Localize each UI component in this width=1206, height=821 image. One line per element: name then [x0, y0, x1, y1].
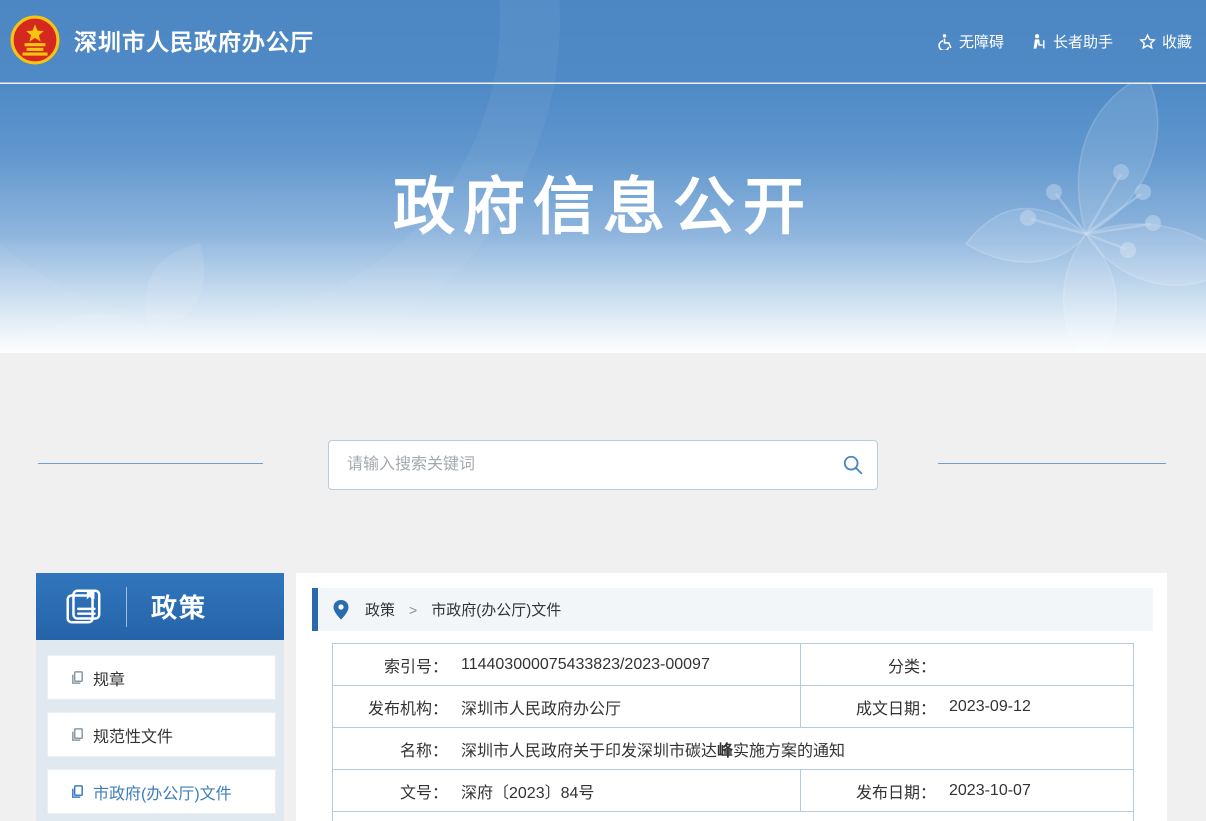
document-name-suffix: 实施方案的通知: [733, 743, 845, 760]
top-utility-links: 无障碍 长者助手 收藏: [936, 0, 1192, 83]
search-input[interactable]: [329, 441, 829, 489]
site-logo-home-link[interactable]: 深圳市人民政府办公厅: [10, 15, 314, 65]
accessibility-icon: [936, 33, 953, 50]
table-row: [333, 812, 1134, 821]
issuing-agency-value: 深圳市人民政府办公厅: [461, 695, 621, 719]
document-name-value: 深圳市人民政府关于印发深圳市碳达峰实施方案的通知: [461, 737, 845, 761]
document-icon: [70, 670, 85, 685]
site-title: 深圳市人民政府办公厅: [74, 23, 314, 57]
document-name-prefix: 深圳市人民政府关于印发深圳市碳达: [461, 743, 717, 760]
index-number-cell: 索引号： 114403000075433823/2023-00097: [333, 644, 801, 686]
accessibility-link[interactable]: 无障碍: [936, 31, 1004, 52]
breadcrumb: 政策 > 市政府(办公厅)文件: [312, 588, 1153, 631]
search-button[interactable]: [829, 441, 877, 489]
page-title: 政府信息公开: [0, 156, 1206, 246]
issuing-agency-cell: 发布机构： 深圳市人民政府办公厅: [333, 686, 801, 728]
sidebar-item-label: 规章: [93, 666, 125, 690]
favorite-label: 收藏: [1162, 31, 1192, 52]
hero-banner: 政府信息公开: [0, 84, 1206, 353]
elder-helper-link[interactable]: 长者助手: [1030, 31, 1113, 52]
sidebar-menu: 规章 规范性文件 市政府(办公厅)文件: [36, 640, 284, 821]
breadcrumb-accent-bar: [312, 588, 318, 631]
decorative-line-right: [938, 463, 1166, 464]
star-icon: [1139, 33, 1156, 50]
flower-decoration-left: [40, 243, 260, 353]
national-emblem-icon: [10, 15, 60, 65]
sidebar-header-label: 政策: [151, 588, 207, 625]
written-date-cell: 成文日期： 2023-09-12: [801, 686, 1134, 728]
sidebar-header: 政策: [36, 573, 284, 640]
sidebar-item-rules[interactable]: 规章: [47, 655, 276, 700]
document-name-cell: 名称： 深圳市人民政府关于印发深圳市碳达峰实施方案的通知: [333, 728, 1134, 770]
publish-date-cell: 发布日期： 2023-10-07: [801, 770, 1134, 812]
table-row: 名称： 深圳市人民政府关于印发深圳市碳达峰实施方案的通知: [333, 728, 1134, 770]
index-number-label: 索引号：: [333, 653, 448, 677]
document-name-highlight: 峰: [717, 743, 733, 760]
accessibility-label: 无障碍: [959, 31, 1004, 52]
main-content-panel: 政策 > 市政府(办公厅)文件 索引号： 114403000075433823/…: [296, 573, 1167, 821]
document-name-label: 名称：: [333, 737, 448, 761]
elder-icon: [1030, 33, 1047, 50]
breadcrumb-separator: >: [409, 602, 417, 618]
breadcrumb-root-link[interactable]: 政策: [365, 599, 395, 620]
publish-date-label: 发布日期：: [801, 779, 936, 803]
policy-sidebar: 政策 规章 规范性文件 市政府(办公厅)文件: [36, 573, 284, 821]
document-number-cell: 文号： 深府〔2023〕84号: [333, 770, 801, 812]
document-meta-table: 索引号： 114403000075433823/2023-00097 分类： 发…: [332, 643, 1134, 821]
sidebar-item-label: 市政府(办公厅)文件: [93, 780, 232, 804]
written-date-label: 成文日期：: [801, 695, 936, 719]
sidebar-item-normative-documents[interactable]: 规范性文件: [47, 712, 276, 757]
document-number-label: 文号：: [333, 779, 448, 803]
publish-date-value: 2023-10-07: [949, 782, 1031, 800]
top-bar: 深圳市人民政府办公厅 无障碍 长者助手: [0, 0, 1206, 83]
policy-book-icon: [62, 586, 104, 628]
search-icon: [842, 454, 864, 476]
document-number-value: 深府〔2023〕84号: [461, 779, 594, 803]
location-pin-icon: [333, 600, 349, 620]
breadcrumb-current: 市政府(办公厅)文件: [431, 599, 561, 620]
document-icon: [70, 784, 85, 799]
document-icon: [70, 727, 85, 742]
written-date-value: 2023-09-12: [949, 698, 1031, 716]
search-box: [328, 440, 878, 490]
page: 深圳市人民政府办公厅 无障碍 长者助手: [0, 0, 1206, 821]
issuing-agency-label: 发布机构：: [333, 695, 448, 719]
sidebar-item-label: 规范性文件: [93, 723, 173, 747]
table-row: 索引号： 114403000075433823/2023-00097 分类：: [333, 644, 1134, 686]
content-cell-partial: [333, 812, 1134, 821]
sidebar-header-divider: [126, 587, 127, 627]
sidebar-item-municipal-government-documents[interactable]: 市政府(办公厅)文件: [47, 769, 276, 814]
elder-helper-label: 长者助手: [1053, 31, 1113, 52]
category-cell: 分类：: [801, 644, 1134, 686]
favorite-link[interactable]: 收藏: [1139, 31, 1192, 52]
index-number-value: 114403000075433823/2023-00097: [461, 656, 710, 674]
table-row: 文号： 深府〔2023〕84号 发布日期： 2023-10-07: [333, 770, 1134, 812]
table-row: 发布机构： 深圳市人民政府办公厅 成文日期： 2023-09-12: [333, 686, 1134, 728]
decorative-line-left: [38, 463, 263, 464]
category-label: 分类：: [801, 653, 936, 677]
